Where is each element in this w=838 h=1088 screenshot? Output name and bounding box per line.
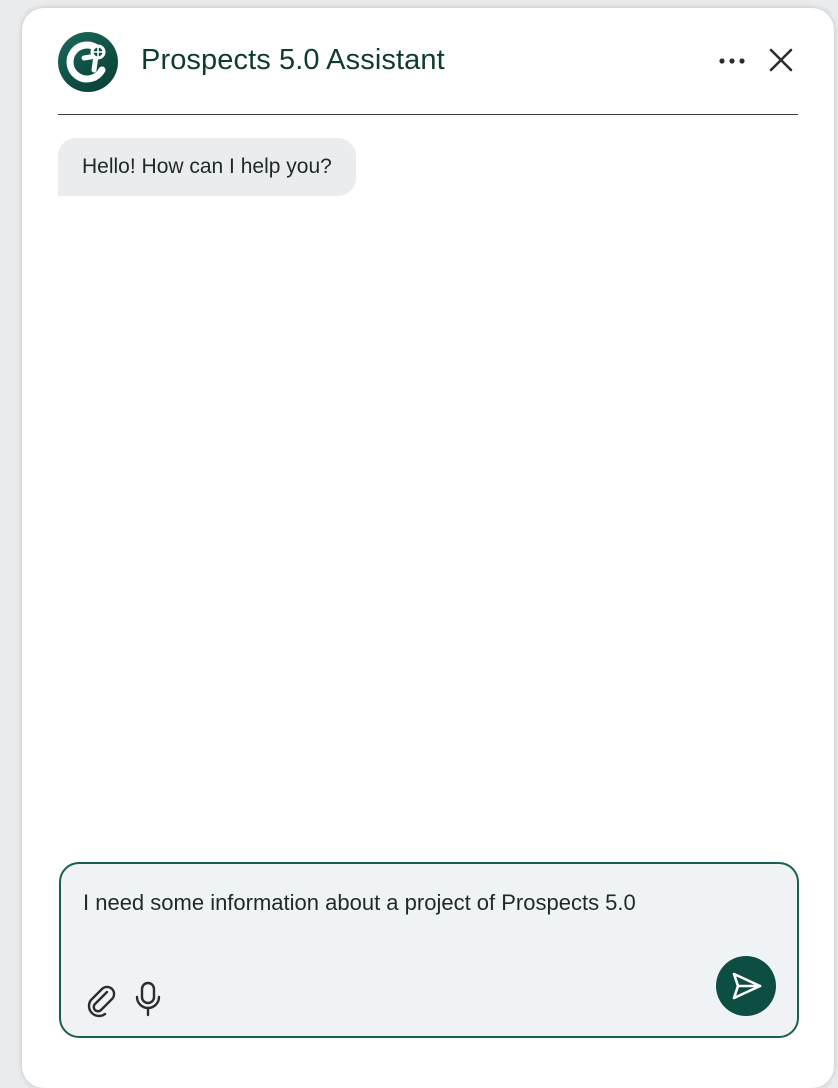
close-icon bbox=[769, 48, 793, 72]
send-icon bbox=[732, 972, 762, 1000]
assistant-header: Prospects 5.0 Assistant bbox=[58, 30, 798, 115]
microphone-icon bbox=[135, 981, 161, 1017]
assistant-message: Hello! How can I help you? bbox=[58, 138, 356, 196]
attach-button[interactable] bbox=[83, 982, 119, 1018]
assistant-logo-icon bbox=[58, 32, 118, 92]
assistant-panel: Prospects 5.0 Assistant Hello! How can I… bbox=[22, 8, 834, 1088]
close-button[interactable] bbox=[765, 44, 797, 76]
message-list: Hello! How can I help you? bbox=[58, 128, 798, 848]
send-button[interactable] bbox=[716, 956, 776, 1016]
more-horizontal-icon bbox=[719, 58, 745, 64]
paperclip-icon bbox=[87, 985, 116, 1018]
message-composer: I need some information about a project … bbox=[59, 862, 799, 1038]
message-input[interactable]: I need some information about a project … bbox=[83, 886, 693, 920]
assistant-title: Prospects 5.0 Assistant bbox=[141, 44, 445, 76]
more-options-button[interactable] bbox=[715, 46, 749, 76]
microphone-button[interactable] bbox=[131, 980, 165, 1018]
